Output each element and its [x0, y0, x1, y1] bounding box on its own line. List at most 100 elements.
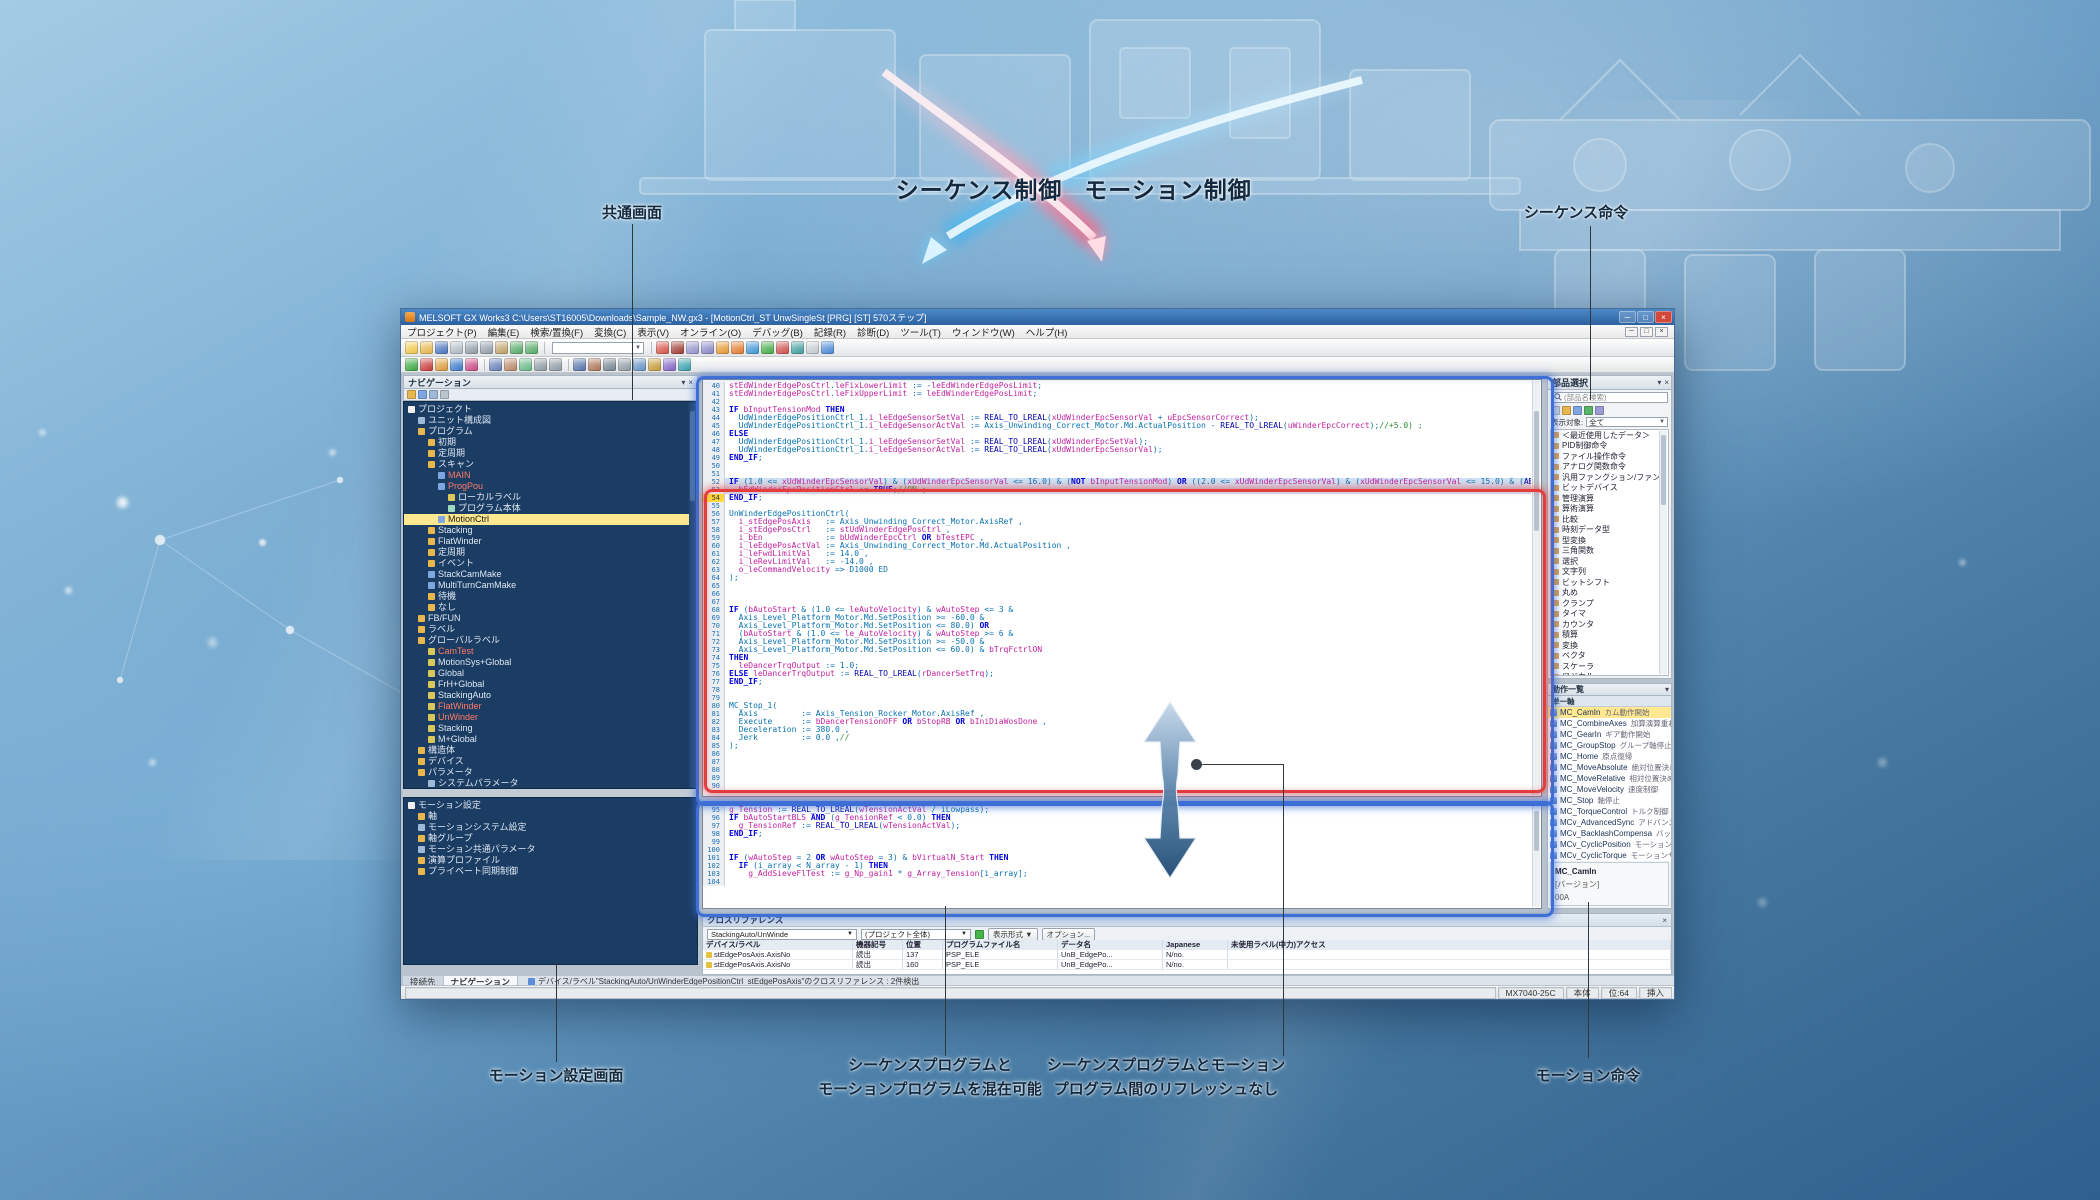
category-item[interactable]: ファイル操作命令	[1551, 451, 1668, 462]
crossref-column-0[interactable]: デバイス/ラベル	[703, 940, 853, 950]
code-line-90[interactable]: 90	[703, 782, 1531, 790]
child-close-button[interactable]: ×	[1655, 327, 1668, 337]
code-line-85[interactable]: 85);	[703, 742, 1531, 750]
code-line-73[interactable]: 73 Axis_Level_Platform_Motor.Md.SetPosit…	[703, 646, 1531, 654]
category-item[interactable]: 選択	[1551, 556, 1668, 567]
tree-item-FrH+Global[interactable]: FrH+Global	[404, 679, 697, 690]
menu-診断[interactable]: 診断(D)	[857, 328, 889, 339]
zoom-in-icon[interactable]	[534, 358, 547, 371]
category-item[interactable]: ビットデバイス	[1551, 483, 1668, 494]
code-line-98[interactable]: 98END_IF;	[703, 830, 1531, 838]
st-editor-top-pane[interactable]: 40stEdWinderEdgePosCtrl.leFixLowerLimit …	[702, 379, 1542, 797]
navigation-window-icon[interactable]	[573, 358, 586, 371]
code-line-54[interactable]: 54END_IF;	[703, 494, 1531, 502]
crossref-column-4[interactable]: データ名	[1058, 940, 1163, 950]
tree-item-Stacking[interactable]: Stacking	[404, 525, 697, 536]
filter-icon[interactable]	[1551, 406, 1560, 415]
category-item[interactable]: 算術演算	[1551, 504, 1668, 515]
tree-item-Global[interactable]: Global	[404, 668, 697, 679]
fb-item-MC_TorqueControl[interactable]: MC_TorqueControlトルク制御	[1548, 806, 1671, 817]
code-line-64[interactable]: 64);	[703, 574, 1531, 582]
dock-close-icon[interactable]: ×	[1662, 916, 1667, 925]
monitor-start-icon[interactable]	[761, 341, 774, 354]
folder-view-icon[interactable]	[1562, 406, 1571, 415]
menu-ウィンドウ[interactable]: ウィンドウ(W)	[952, 328, 1015, 339]
tree-item-軸[interactable]: 軸	[404, 811, 697, 822]
code-line-103[interactable]: 103 g_AddSieveFlTest := g_Np_gain1 * g_A…	[703, 870, 1531, 878]
code-line-53[interactable]: 53 bEdWinderEpcPositionCtrl := TRUE;//ON…	[703, 486, 1531, 494]
tree-item-FB/FUN[interactable]: FB/FUN	[404, 613, 697, 624]
code-line-76[interactable]: 76ELSE leDancerTrqOutput := REAL_TO_LREA…	[703, 670, 1531, 678]
navigation-scrollbar[interactable]	[689, 403, 696, 787]
nav-collapse-icon[interactable]	[429, 390, 438, 399]
tree-item-FlatWinder[interactable]: FlatWinder	[404, 536, 697, 547]
element-selection-header[interactable]: 部品選択 ▾×	[1548, 376, 1672, 390]
st-editor-icon[interactable]	[489, 358, 502, 371]
category-item[interactable]: ロジカル	[1551, 672, 1668, 677]
fb-item-MCv_AdvancedSync[interactable]: MCv_AdvancedSyncアドバンスト同期制御	[1548, 817, 1671, 828]
nav-filter-icon[interactable]	[407, 390, 416, 399]
element-search-input[interactable]: (部品名検索)	[1551, 392, 1668, 403]
crossref-column-6[interactable]: 未使用ラベル(中力)アクセス	[1228, 940, 1671, 950]
left-dock-splitter[interactable]	[403, 789, 698, 797]
list-view-icon[interactable]	[1573, 406, 1582, 415]
convert-icon[interactable]	[656, 341, 669, 354]
fb-item-MCv_CyclicTorque[interactable]: MCv_CyclicTorqueモーションサイクリックトルク	[1548, 850, 1671, 861]
code-line-84[interactable]: 84 Jerk := 0.0 ,//	[703, 734, 1531, 742]
tree-item-グローバルラベル[interactable]: グローバルラベル	[404, 635, 697, 646]
display-target-select[interactable]: 全て▼	[1586, 417, 1668, 427]
tree-item-定周期[interactable]: 定周期	[404, 547, 697, 558]
category-item[interactable]: ＜最近使用したデータ＞	[1551, 430, 1668, 441]
fb-item-MCv_CyclicPosition[interactable]: MCv_CyclicPositionモーションサイクリック位置	[1548, 839, 1671, 850]
child-minimize-button[interactable]: ─	[1625, 327, 1638, 337]
crossref-column-2[interactable]: 位置	[903, 940, 943, 950]
tree-item-ProgPou[interactable]: ProgPou	[404, 481, 697, 492]
tree-item-定周期[interactable]: 定周期	[404, 448, 697, 459]
label-editor-icon[interactable]	[519, 358, 532, 371]
undo-icon[interactable]	[510, 341, 523, 354]
help-icon[interactable]	[821, 341, 834, 354]
code-line-66[interactable]: 66	[703, 590, 1531, 598]
code-line-97[interactable]: 97 g_TensionRef := REAL_TO_LREAL(wTensio…	[703, 822, 1531, 830]
fb-item-MCv_BacklashCompensa[interactable]: MCv_BacklashCompensaバックラッシュ補正フィルタ	[1548, 828, 1671, 839]
category-item[interactable]: タイマ	[1551, 609, 1668, 620]
zoom-out-icon[interactable]	[549, 358, 562, 371]
code-line-50[interactable]: 50	[703, 462, 1531, 470]
code-line-65[interactable]: 65	[703, 582, 1531, 590]
cam-data-icon[interactable]	[648, 358, 661, 371]
print-icon[interactable]	[450, 341, 463, 354]
code-line-78[interactable]: 78	[703, 686, 1531, 694]
tree-item-軸グループ[interactable]: 軸グループ	[404, 833, 697, 844]
restore-button[interactable]: □	[1637, 311, 1654, 323]
simulation-icon[interactable]	[678, 358, 691, 371]
minimize-button[interactable]: ─	[1619, 311, 1636, 323]
crossref-row[interactable]: stEdgePosAxis.AxisNo読出160PSP_ELEUnB_Edge…	[703, 960, 1671, 970]
menu-表示[interactable]: 表示(V)	[637, 328, 669, 339]
category-item[interactable]: PID制御命令	[1551, 441, 1668, 452]
nav-sort-icon[interactable]	[440, 390, 449, 399]
tree-item-構造体[interactable]: 構造体	[404, 745, 697, 756]
options-button[interactable]: オプション...	[1042, 928, 1096, 941]
motion-setting-icon[interactable]	[633, 358, 646, 371]
online-monitor-icon[interactable]	[716, 341, 729, 354]
run-icon[interactable]	[405, 358, 418, 371]
code-line-48[interactable]: 48 UdWinderEdgePositionCtrl_1.i_leEdgeSe…	[703, 446, 1531, 454]
tree-item-初期[interactable]: 初期	[404, 437, 697, 448]
tree-item-イベント[interactable]: イベント	[404, 558, 697, 569]
step-execution-icon[interactable]	[450, 358, 463, 371]
fb-item-MC_CombineAxes[interactable]: MC_CombineAxes加算演算重ね合わせ	[1548, 718, 1671, 729]
cut-icon[interactable]	[465, 341, 478, 354]
write-to-plc-icon[interactable]	[731, 341, 744, 354]
category-item[interactable]: 丸め	[1551, 588, 1668, 599]
stop-icon[interactable]	[420, 358, 433, 371]
category-item[interactable]: 変換	[1551, 640, 1668, 651]
code-line-104[interactable]: 104	[703, 878, 1531, 886]
category-scrollbar[interactable]	[1659, 431, 1667, 674]
category-item[interactable]: 文字列	[1551, 567, 1668, 578]
dock-close-icon[interactable]: ×	[1664, 378, 1669, 387]
fb-item-MC_GroupStop[interactable]: MC_GroupStopグループ軸停止	[1548, 740, 1671, 751]
code-line-99[interactable]: 99	[703, 838, 1531, 846]
fb-item-MC_CamIn[interactable]: MC_CamInカム動作開始	[1548, 707, 1671, 718]
tree-item-UnWinder[interactable]: UnWinder	[404, 712, 697, 723]
menu-ツール[interactable]: ツール(T)	[900, 328, 941, 339]
